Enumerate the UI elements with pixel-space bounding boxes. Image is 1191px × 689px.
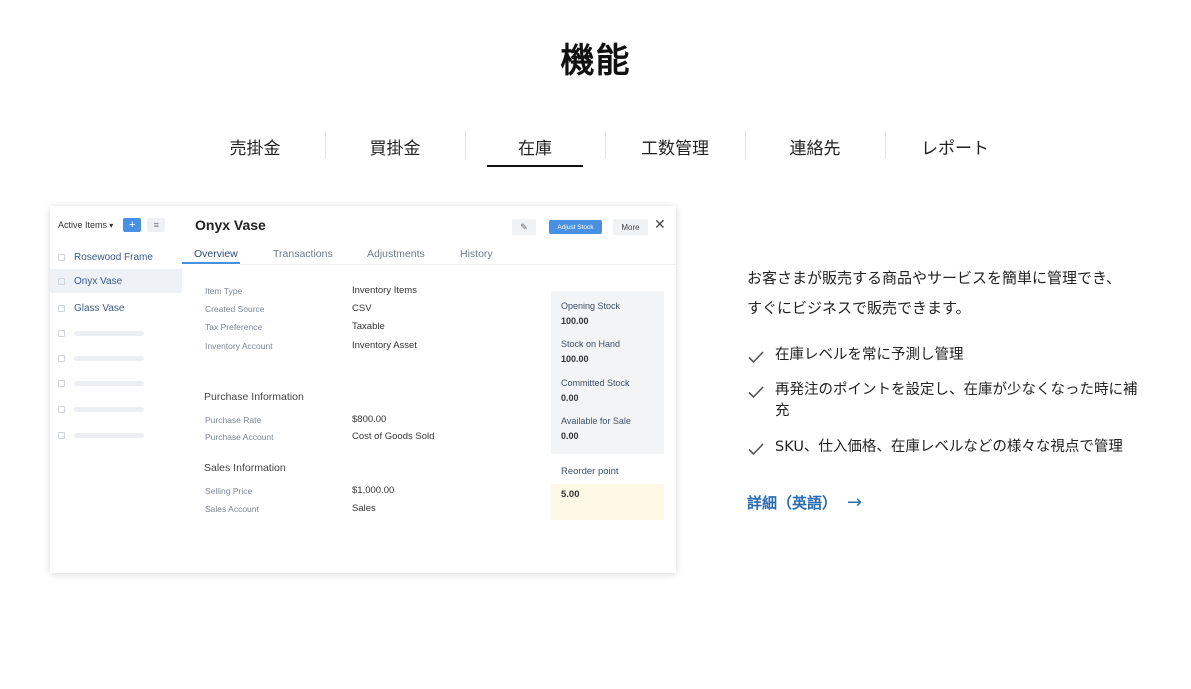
feature-item: 再発注のポイントを設定し、在庫が少なくなった時に補充 bbox=[747, 380, 1147, 422]
tab-time-tracking[interactable]: 工数管理 bbox=[605, 129, 745, 167]
checkbox-icon bbox=[58, 253, 65, 261]
stock-value: 100.00 bbox=[561, 354, 589, 364]
placeholder-item bbox=[50, 371, 182, 395]
checkbox-icon bbox=[58, 304, 65, 312]
stock-value: 0.00 bbox=[561, 431, 579, 441]
placeholder-item bbox=[50, 321, 182, 345]
check-icon bbox=[748, 351, 764, 364]
field-value: $800.00 bbox=[352, 414, 387, 425]
active-tab-indicator bbox=[182, 262, 240, 264]
placeholder-item bbox=[50, 423, 182, 447]
menu-icon: ≡ bbox=[147, 218, 166, 232]
stock-label: Available for Sale bbox=[561, 416, 631, 426]
field-label: Purchase Rate bbox=[205, 415, 262, 425]
field-label: Inventory Account bbox=[205, 341, 273, 351]
field-value: Taxable bbox=[352, 321, 385, 332]
tab-inventory[interactable]: 在庫 bbox=[465, 129, 605, 167]
check-icon bbox=[748, 443, 764, 456]
page-title: 機能 bbox=[560, 41, 631, 81]
reorder-value: 5.00 bbox=[561, 489, 580, 500]
field-label: Selling Price bbox=[205, 486, 253, 496]
field-label: Sales Account bbox=[205, 504, 259, 514]
reorder-box: 5.00 bbox=[551, 484, 664, 520]
reorder-label: Reorder point bbox=[561, 466, 619, 477]
inventory-screenshot: Active Items + ≡ Rosewood Frame Onyx Vas… bbox=[50, 206, 676, 573]
field-value: Inventory Asset bbox=[352, 340, 417, 351]
tab-overview: Overview bbox=[194, 248, 238, 260]
sales-section-title: Sales Information bbox=[204, 462, 286, 474]
tab-divider bbox=[240, 264, 676, 265]
field-value: CSV bbox=[352, 303, 372, 314]
field-label: Purchase Account bbox=[205, 432, 274, 442]
field-label: Tax Preference bbox=[205, 322, 263, 332]
checkbox-icon bbox=[58, 277, 65, 285]
checkbox-icon bbox=[58, 329, 65, 337]
stock-value: 0.00 bbox=[561, 393, 579, 403]
tab-accounts-payable[interactable]: 買掛金 bbox=[325, 129, 465, 167]
active-items-filter: Active Items bbox=[58, 220, 113, 230]
placeholder-bar bbox=[74, 380, 144, 386]
tab-adjustments: Adjustments bbox=[367, 248, 425, 260]
tab-history: History bbox=[460, 248, 493, 260]
stock-value: 100.00 bbox=[561, 316, 589, 326]
field-value: Sales bbox=[352, 503, 376, 514]
feature-item: 在庫レベルを常に予測し管理 bbox=[747, 345, 1147, 366]
more-button: More bbox=[613, 219, 648, 235]
field-value: Inventory Items bbox=[352, 285, 417, 296]
stock-label: Opening Stock bbox=[561, 301, 621, 311]
placeholder-bar bbox=[74, 432, 144, 438]
checkbox-icon bbox=[58, 354, 65, 362]
field-label: Created Source bbox=[205, 304, 265, 314]
checkbox-icon bbox=[58, 379, 65, 387]
list-item: Rosewood Frame bbox=[50, 245, 182, 269]
item-sidebar: Active Items + ≡ Rosewood Frame Onyx Vas… bbox=[50, 206, 182, 573]
purchase-section-title: Purchase Information bbox=[204, 391, 304, 403]
placeholder-item bbox=[50, 346, 182, 370]
item-name: Onyx Vase bbox=[195, 217, 266, 233]
stock-label: Stock on Hand bbox=[561, 339, 621, 349]
placeholder-bar bbox=[74, 406, 144, 412]
checkbox-icon bbox=[58, 405, 65, 413]
field-value: Cost of Goods Sold bbox=[352, 431, 435, 442]
tab-reports[interactable]: レポート bbox=[885, 129, 1025, 167]
placeholder-bar bbox=[74, 330, 144, 336]
tab-transactions: Transactions bbox=[273, 248, 333, 260]
feature-item: SKU、仕入価格、在庫レベルなどの様々な視点で管理 bbox=[747, 437, 1147, 458]
tab-accounts-receivable[interactable]: 売掛金 bbox=[185, 129, 325, 167]
stock-label: Committed Stock bbox=[561, 378, 630, 388]
list-item: Onyx Vase bbox=[50, 269, 182, 293]
tab-contacts[interactable]: 連絡先 bbox=[745, 129, 885, 167]
feature-description: お客さまが販売する商品やサービスを簡単に管理でき、すぐにビジネスで販売できます。 bbox=[747, 269, 1121, 317]
details-link[interactable]: 詳細（英語） → bbox=[747, 492, 862, 513]
stock-summary: Opening Stock 100.00 Stock on Hand 100.0… bbox=[551, 291, 664, 454]
list-item: Glass Vase bbox=[50, 296, 182, 320]
placeholder-bar bbox=[74, 355, 144, 361]
edit-icon: ✎ bbox=[512, 219, 536, 235]
add-item-button: + bbox=[123, 218, 142, 232]
feature-tabs: 売掛金 買掛金 在庫 工数管理 連絡先 レポート bbox=[185, 129, 1025, 167]
placeholder-item bbox=[50, 397, 182, 421]
adjust-stock-button: Adjust Stock bbox=[549, 220, 602, 234]
item-detail: Onyx Vase ✎ Adjust Stock More ✕ Overview… bbox=[182, 206, 676, 573]
field-value: $1,000.00 bbox=[352, 485, 395, 496]
field-label: Item Type bbox=[205, 286, 243, 296]
checkbox-icon bbox=[58, 431, 65, 439]
arrow-right-icon: → bbox=[847, 491, 863, 513]
close-icon: ✕ bbox=[654, 216, 666, 232]
check-icon bbox=[748, 386, 764, 399]
